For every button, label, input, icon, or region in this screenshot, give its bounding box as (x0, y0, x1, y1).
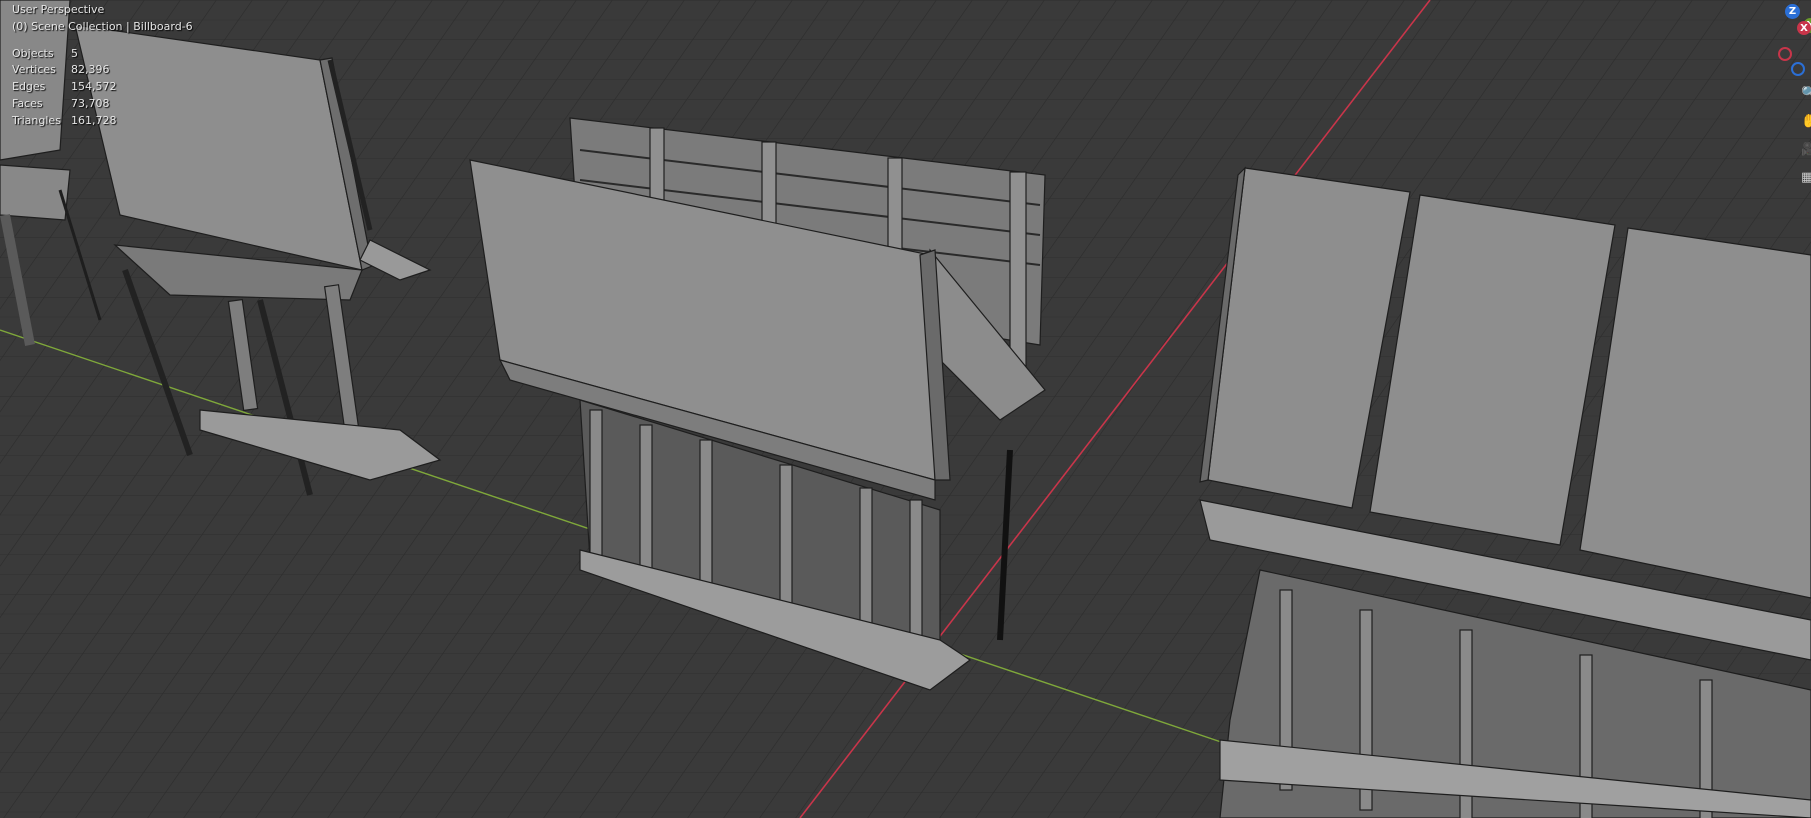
stat-edges: Edges 154,572 (12, 80, 117, 94)
gizmo-x-axis[interactable]: X (1797, 21, 1811, 35)
grid-icon[interactable]: ▦ (1801, 170, 1811, 188)
billboard-3[interactable] (1199, 166, 1811, 818)
scene-statistics: Objects 5 Vertices 82,396 Edges 154,572 Fac… (12, 46, 193, 130)
zoom-icon[interactable]: 🔍 (1801, 86, 1811, 104)
gizmo-negative-z-axis[interactable] (1791, 62, 1805, 76)
stat-objects: Objects 5 (12, 46, 78, 60)
camera-icon[interactable]: 🎥 (1801, 142, 1811, 160)
3d-viewport[interactable] (0, 0, 1811, 818)
gizmo-negative-x-axis[interactable] (1778, 47, 1792, 61)
gizmo-z-axis[interactable]: Z (1785, 4, 1800, 19)
stat-triangles: Triangles 161,728 (12, 113, 117, 127)
stat-vertices: Vertices 82,396 (12, 63, 110, 77)
collection-line: (0) Scene Collection | Billboard-6 (12, 19, 193, 33)
navigation-gizmo-icon[interactable]: Z Y X (1751, 0, 1811, 90)
viewport-info-overlay: User Perspective (0) Scene Collection | … (12, 2, 193, 130)
pan-icon[interactable]: ✋ (1801, 114, 1811, 132)
viewport-navigation-tools: 🔍 ✋ 🎥 ▦ (1801, 86, 1811, 198)
stat-faces: Faces 73,708 (12, 96, 110, 110)
view-name: User Perspective (12, 3, 105, 16)
